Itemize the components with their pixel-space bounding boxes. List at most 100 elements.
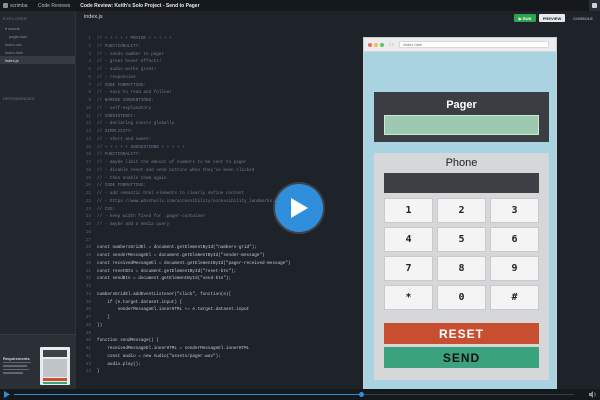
url-bar[interactable]: /index.html bbox=[398, 41, 549, 48]
brand[interactable]: scrimba bbox=[0, 3, 38, 9]
requirements-thumbnail[interactable]: Requirements bbox=[0, 334, 76, 389]
code-line[interactable]: // - add semantic html elements to clear… bbox=[97, 191, 244, 196]
code-line[interactable]: // CODE FORMATTING: bbox=[97, 183, 146, 188]
code-line[interactable]: // FUNCTIONALITY: bbox=[97, 152, 141, 157]
line-number: 22 bbox=[85, 198, 91, 204]
code-line[interactable]: // CODE FORMATTING: bbox=[97, 83, 146, 88]
key-9[interactable]: 9 bbox=[490, 256, 539, 281]
line-number: 30 bbox=[85, 260, 91, 266]
maximize-dot-icon[interactable] bbox=[380, 42, 384, 47]
key-6[interactable]: 6 bbox=[490, 227, 539, 252]
numbers-grid: 1 2 3 4 5 6 7 8 9 * 0 # bbox=[384, 198, 539, 310]
code-line[interactable]: // - audio works great! bbox=[97, 67, 156, 72]
code-line[interactable]: audio.play(); bbox=[97, 362, 141, 367]
code-line[interactable]: senderMessageEl.innerHTML += e.target.da… bbox=[97, 307, 250, 312]
file-label: index.js bbox=[5, 57, 19, 63]
code-line[interactable]: // - responsive bbox=[97, 75, 136, 80]
code-line[interactable]: // CSS: bbox=[97, 207, 115, 212]
code-line[interactable]: // - sends number to pager bbox=[97, 52, 164, 57]
requirements-lines bbox=[3, 362, 33, 376]
code-line[interactable]: const receivedMessageEl = document.getEl… bbox=[97, 261, 290, 266]
code-line[interactable]: // - keep width fixed for .pager-contain… bbox=[97, 214, 205, 219]
requirements-label: Requirements bbox=[3, 356, 30, 361]
code-line[interactable]: // + + + + + SUGGESTIONS + + + + + bbox=[97, 145, 185, 150]
code-line[interactable]: // NAMING CONVENTIONS: bbox=[97, 98, 154, 103]
line-number: 31 bbox=[85, 268, 91, 274]
send-button[interactable]: SEND bbox=[384, 347, 539, 368]
code-line[interactable]: const audio = new Audio("assets/pager.wa… bbox=[97, 354, 220, 359]
code-line[interactable]: // SIMPLICITY: bbox=[97, 129, 133, 134]
play-small-icon[interactable] bbox=[4, 391, 10, 398]
line-number: 41 bbox=[85, 346, 91, 351]
editor-filename-tab[interactable]: index.js bbox=[84, 14, 103, 20]
sender-message-display bbox=[384, 173, 539, 193]
code-line[interactable]: // - short and sweet! bbox=[97, 137, 151, 142]
code-line[interactable]: const senderMessageEl = document.getElem… bbox=[97, 253, 265, 258]
code-line[interactable]: // - maybe limit the amount of numbers t… bbox=[97, 160, 247, 165]
play-overlay-button[interactable] bbox=[275, 184, 323, 232]
progress-knob[interactable] bbox=[358, 392, 364, 397]
code-line[interactable]: // FUNCTIONALITY: bbox=[97, 44, 141, 49]
code-line[interactable]: // - maybe add a media query bbox=[97, 222, 169, 227]
line-number: 10 bbox=[85, 105, 91, 111]
key-1[interactable]: 1 bbox=[384, 198, 433, 223]
key-5[interactable]: 5 bbox=[437, 227, 486, 252]
page-title: Code Review: Keith's Solo Project - Send… bbox=[80, 2, 200, 9]
code-line[interactable]: // - self-explanatory bbox=[97, 106, 151, 111]
close-dot-icon[interactable] bbox=[368, 42, 372, 47]
back-forward-icon[interactable]: ‹ › bbox=[389, 42, 394, 48]
code-line[interactable]: const resetBtn = document.getElementById… bbox=[97, 269, 236, 274]
code-line[interactable]: const numbersGridEl = document.getElemen… bbox=[97, 245, 257, 250]
line-number: 27 bbox=[85, 237, 91, 243]
play-icon bbox=[291, 198, 308, 218]
code-line[interactable]: // - then enable them again bbox=[97, 176, 167, 181]
key-0[interactable]: 0 bbox=[437, 285, 486, 310]
line-number: 5 bbox=[88, 67, 91, 72]
key-3[interactable]: 3 bbox=[490, 198, 539, 223]
key-2[interactable]: 2 bbox=[437, 198, 486, 223]
code-line[interactable]: numbersGridEl.addEventListener("click", … bbox=[97, 292, 231, 297]
line-number: 43 bbox=[85, 361, 91, 367]
line-number: 7 bbox=[88, 82, 91, 88]
code-line[interactable]: } bbox=[97, 315, 110, 320]
key-7[interactable]: 7 bbox=[384, 256, 433, 281]
file-label: pager.wav bbox=[9, 33, 28, 39]
file-index-html[interactable]: index.html bbox=[0, 48, 75, 56]
line-number: 2 bbox=[88, 43, 91, 49]
browser-preview: ‹ › /index.html Pager Phone 1 2 3 4 5 6 … bbox=[363, 37, 557, 395]
breadcrumb-code-reviews[interactable]: Code Reviews bbox=[38, 3, 70, 9]
code-line[interactable]: if (e.target.dataset.input) { bbox=[97, 300, 182, 305]
key-4[interactable]: 4 bbox=[384, 227, 433, 252]
console-button[interactable]: CONSOLE bbox=[569, 14, 597, 22]
code-line[interactable]: // CONSISTENCY: bbox=[97, 114, 136, 119]
file-index-js[interactable]: index.js bbox=[0, 56, 75, 64]
code-line[interactable]: // - https://www.w3schools.com/accessibi… bbox=[97, 199, 283, 204]
user-avatar[interactable] bbox=[589, 0, 600, 11]
line-number: 29 bbox=[85, 253, 91, 258]
phone-container: Phone 1 2 3 4 5 6 7 8 9 * 0 # RESET SEND bbox=[374, 153, 549, 380]
code-editor[interactable]: 1 // + + + + + PRAISE + + + + + 2 // FUNCTI… bbox=[77, 36, 367, 386]
line-number: 14 bbox=[85, 136, 91, 142]
code-line[interactable]: } bbox=[97, 369, 100, 374]
file-index-css[interactable]: index.css bbox=[0, 40, 75, 48]
key-star[interactable]: * bbox=[384, 285, 433, 310]
code-line[interactable]: // + + + + + PRAISE + + + + + bbox=[97, 36, 172, 41]
file-pager-wav[interactable]: pager.wav bbox=[0, 32, 75, 40]
code-line[interactable]: // - easy to read and follow! bbox=[97, 90, 172, 95]
code-line[interactable]: function sendMessage() { bbox=[97, 338, 159, 343]
code-line[interactable]: receivedMessageEl.innerHTML = senderMess… bbox=[97, 346, 249, 351]
run-button[interactable]: ▶ RUN bbox=[514, 14, 536, 22]
code-line[interactable]: // - declaring consts globally bbox=[97, 121, 174, 126]
code-line[interactable]: const sendBtn = document.getElementById(… bbox=[97, 276, 231, 281]
preview-button[interactable]: PREVIEW bbox=[539, 14, 565, 22]
dependencies-label[interactable]: DEPENDENCIES bbox=[0, 93, 38, 104]
key-8[interactable]: 8 bbox=[437, 256, 486, 281]
code-line[interactable]: // - disable reset and send buttons when… bbox=[97, 168, 254, 173]
volume-icon[interactable] bbox=[589, 391, 597, 398]
code-line[interactable]: // - great hover effects! bbox=[97, 59, 161, 64]
minimize-dot-icon[interactable] bbox=[374, 42, 378, 47]
reset-button[interactable]: RESET bbox=[384, 323, 539, 344]
key-hash[interactable]: # bbox=[490, 285, 539, 310]
code-line[interactable]: }) bbox=[97, 323, 102, 328]
folder-assets[interactable]: ▾ assets bbox=[0, 24, 75, 32]
